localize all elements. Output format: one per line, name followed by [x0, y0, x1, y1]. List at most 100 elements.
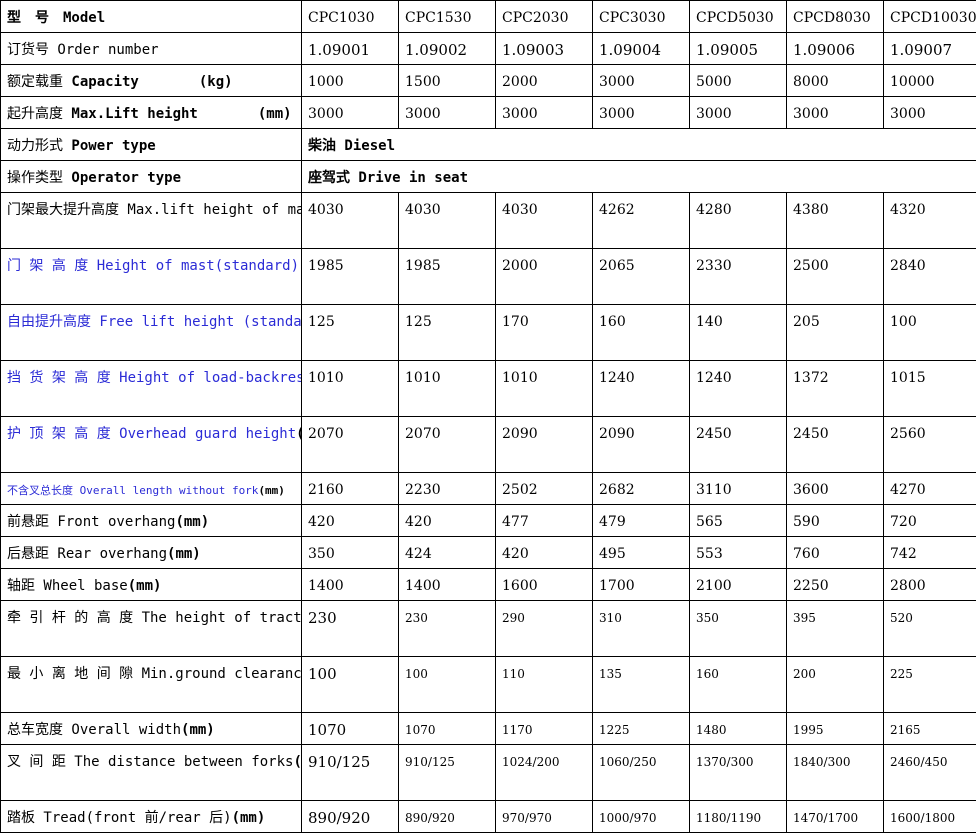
row-label-cn: 额定载重: [7, 74, 63, 90]
row-label-unit: (kg): [199, 74, 233, 90]
row-label: 轴距 Wheel base(mm): [1, 569, 302, 601]
value-cell: 720: [884, 505, 976, 537]
value-cell: 3000: [593, 65, 690, 97]
value-cell: 230: [302, 601, 399, 657]
row-label: 最 小 离 地 间 隙 Min.ground clearance(mm): [1, 657, 302, 713]
row-label: 额定载重 Capacity(kg): [1, 65, 302, 97]
table-row: 挡 货 架 高 度 Height of load-backrest(mm) 101…: [1, 361, 976, 417]
table-row: 踏板 Tread(front 前/rear 后)(mm)890/920890/9…: [1, 801, 976, 833]
value-cell: 590: [787, 505, 884, 537]
value-cell: 4262: [593, 193, 690, 249]
model-cell: CPC1530: [399, 1, 496, 33]
table-row: 不含叉总长度 Overall length without fork(mm)21…: [1, 473, 976, 505]
value-cell: 4030: [399, 193, 496, 249]
value-cell: 8000: [787, 65, 884, 97]
model-cell: CPCD5030: [690, 1, 787, 33]
value-cell: 1.09006: [787, 33, 884, 65]
table-row: 订货号 Order number1.090011.090021.090031.0…: [1, 33, 976, 65]
value-cell: 230: [399, 601, 496, 657]
value-cell: 1600/1800: [884, 801, 976, 833]
value-cell: 160: [593, 305, 690, 361]
table-row: 前悬距 Front overhang(mm)420420477479565590…: [1, 505, 976, 537]
table-row: 牵 引 杆 的 高 度 The height of traction pin(m…: [1, 601, 976, 657]
row-label-en: Operator type: [63, 170, 181, 186]
value-cell: 1010: [496, 361, 593, 417]
value-cell: 1.09004: [593, 33, 690, 65]
value-cell: 200: [787, 657, 884, 713]
value-cell: 495: [593, 537, 690, 569]
value-cell: 1000: [302, 65, 399, 97]
value-cell: 395: [787, 601, 884, 657]
spec-table: 型 号 Model CPC1030 CPC1530 CPC2030 CPC303…: [0, 0, 976, 833]
table-row: 操作类型 Operator type座驾式 Drive in seat: [1, 161, 976, 193]
value-cell: 110: [496, 657, 593, 713]
value-cell: 125: [302, 305, 399, 361]
value-cell: 2090: [496, 417, 593, 473]
table-row: 护 顶 架 高 度 Overhead guard height(mm)2070 2…: [1, 417, 976, 473]
value-cell: 479: [593, 505, 690, 537]
value-cell: 2560: [884, 417, 976, 473]
row-label-cn: 起升高度: [7, 106, 63, 122]
value-cell: 2840: [884, 249, 976, 305]
row-label-text: 后悬距 Rear overhang: [7, 546, 167, 562]
value-cell: 2160: [302, 473, 399, 505]
value-cell: 520: [884, 601, 976, 657]
row-label-text: 护 顶 架 高 度 Overhead guard height: [7, 426, 296, 442]
row-label-text: 最 小 离 地 间 隙 Min.ground clearance: [7, 666, 302, 682]
row-label: 门架最大提升高度 Max.lift height of mast with lo…: [1, 193, 302, 249]
value-cell: 100: [399, 657, 496, 713]
row-label-unit: (mm): [181, 722, 215, 738]
value-cell: 2070: [302, 417, 399, 473]
value-cell: 2000: [496, 65, 593, 97]
row-label-cn: 动力形式: [7, 138, 63, 154]
value-cell: 910/125: [302, 745, 399, 801]
value-cell: 2065: [593, 249, 690, 305]
header-row: 型 号 Model CPC1030 CPC1530 CPC2030 CPC303…: [1, 1, 976, 33]
model-cell: CPC1030: [302, 1, 399, 33]
value-cell: 290: [496, 601, 593, 657]
row-label-text: 轴距 Wheel base: [7, 578, 128, 594]
value-cell: 2682: [593, 473, 690, 505]
value-cell: 890/920: [399, 801, 496, 833]
value-cell: 742: [884, 537, 976, 569]
row-label-unit: (mm): [296, 426, 301, 442]
row-label-unit: (mm): [128, 578, 162, 594]
value-cell: 2800: [884, 569, 976, 601]
value-cell: 3000: [496, 97, 593, 129]
value-cell: 2460/450: [884, 745, 976, 801]
table-row: 后悬距 Rear overhang(mm)3504244204955537607…: [1, 537, 976, 569]
value-cell: 420: [302, 505, 399, 537]
row-label: 后悬距 Rear overhang(mm): [1, 537, 302, 569]
value-cell: 1370/300: [690, 745, 787, 801]
row-label: 踏板 Tread(front 前/rear 后)(mm): [1, 801, 302, 833]
row-label-text: 不含叉总长度 Overall length without fork: [7, 484, 258, 497]
row-label-cn: 操作类型: [7, 170, 63, 186]
model-cell: CPC3030: [593, 1, 690, 33]
row-label: 叉 间 距 The distance between forks(mm): [1, 745, 302, 801]
row-label: 动力形式 Power type: [1, 129, 302, 161]
value-cell: 1060/250: [593, 745, 690, 801]
row-label-unit: (mm): [232, 810, 266, 826]
value-cell: 1024/200: [496, 745, 593, 801]
value-cell: 477: [496, 505, 593, 537]
value-cell: 2230: [399, 473, 496, 505]
row-label: 起升高度 Max.Lift height(mm): [1, 97, 302, 129]
value-cell: 2165: [884, 713, 976, 745]
row-label-en: Power type: [63, 138, 156, 154]
value-cell: 1180/1190: [690, 801, 787, 833]
table-row: 门架最大提升高度 Max.lift height of mast with lo…: [1, 193, 976, 249]
value-cell: 1500: [399, 65, 496, 97]
row-label-text: 叉 间 距 The distance between forks: [7, 754, 293, 770]
value-cell: 4030: [496, 193, 593, 249]
value-cell: 135: [593, 657, 690, 713]
table-row: 总车宽度 Overall width(mm)107010701170122514…: [1, 713, 976, 745]
value-cell: 4380: [787, 193, 884, 249]
row-label-text: 踏板 Tread(front 前/rear 后): [7, 810, 232, 826]
model-header-label: 型 号 Model: [1, 1, 302, 33]
value-cell: 910/125: [399, 745, 496, 801]
value-cell: 420: [399, 505, 496, 537]
row-label: 挡 货 架 高 度 Height of load-backrest(mm): [1, 361, 302, 417]
value-cell: 1600: [496, 569, 593, 601]
value-cell: 1010: [399, 361, 496, 417]
value-cell: 125: [399, 305, 496, 361]
